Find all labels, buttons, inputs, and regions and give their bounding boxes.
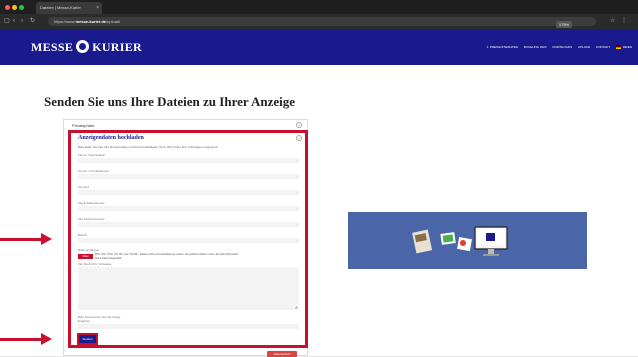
- url-domain: messe-kurier.de: [75, 19, 107, 24]
- privacy-button[interactable]: Datenschutz: [267, 351, 297, 357]
- field-label-country: Ihr Land: [78, 185, 90, 189]
- nav-item-upload[interactable]: UPLOAD: [578, 45, 590, 49]
- photo-icon: [440, 232, 456, 245]
- upload-form: Anzeigendaten hochladen ? Bitte laden Si…: [68, 130, 308, 348]
- help-icon[interactable]: ?: [296, 122, 302, 128]
- submit-button[interactable]: Senden: [77, 333, 98, 345]
- captcha-input[interactable]: [78, 324, 299, 329]
- form-intro: Bitte laden Sie hier Ihre Druckvorlage u…: [78, 145, 219, 149]
- site-header: MESSE KURIER 1. PREISLISTE/DATEN BUCHUNG …: [0, 29, 638, 65]
- newspaper-icon: [412, 229, 433, 254]
- field-label-phone: Ihre Telefonnummer: [78, 217, 105, 221]
- company-input[interactable]: [78, 158, 299, 163]
- forward-icon[interactable]: ›: [21, 17, 23, 26]
- main-nav: 1. PREISLISTE/DATEN BUCHUNG 2024 DOWNLOA…: [482, 44, 632, 50]
- reload-icon[interactable]: ↻: [30, 17, 35, 26]
- field-label-name: Ihr Vor- und Nachname: [78, 169, 110, 173]
- logo-emblem-icon: [76, 40, 90, 53]
- page-content: Senden Sie uns Ihre Dateien zu Ihrer Anz…: [0, 65, 638, 357]
- zoom-badge[interactable]: 175%: [556, 21, 572, 28]
- page-title: Senden Sie uns Ihre Dateien zu Ihrer Anz…: [44, 94, 295, 109]
- back-icon[interactable]: ‹: [13, 17, 15, 26]
- nav-item-preisliste[interactable]: 1. PREISLISTE/DATEN: [487, 45, 518, 49]
- monitor-icon: [474, 226, 508, 256]
- field-label-company: Firma / Organisation: [78, 153, 106, 157]
- browser-toolbar: ▢ ‹ › ↻ https://www.messe-kurier.de/uplo…: [0, 14, 638, 29]
- document-icon: [457, 237, 472, 252]
- close-window-dot[interactable]: [5, 5, 10, 10]
- message-textarea[interactable]: ◢: [78, 267, 299, 310]
- nav-item-kontakt[interactable]: KONTAKT: [596, 45, 610, 49]
- menu-icon[interactable]: ⋮: [621, 17, 627, 26]
- annotation-arrow-form: [0, 233, 52, 245]
- captcha-sublabel: Ergebnis: [78, 319, 90, 323]
- file-field-label: Datei anhängen: [78, 248, 100, 252]
- email-input[interactable]: [78, 206, 299, 211]
- annotation-arrow-submit: [0, 333, 52, 345]
- subject-input[interactable]: [78, 238, 299, 243]
- form-title: Anzeigendaten hochladen: [78, 135, 144, 141]
- field-label-subject: Betreff: [78, 233, 87, 237]
- nav-item-language[interactable]: DE/EN: [623, 45, 632, 49]
- sidebar-icon[interactable]: ▢: [4, 17, 10, 26]
- german-flag-icon: [615, 45, 621, 49]
- form-outer-label: Privatsphäre: [72, 123, 95, 128]
- tab-close-icon[interactable]: ×: [96, 2, 99, 14]
- site-logo[interactable]: MESSE KURIER: [31, 38, 142, 56]
- bookmark-star-icon[interactable]: ☆: [610, 17, 615, 26]
- nav-item-buchung[interactable]: BUCHUNG 2024: [524, 45, 547, 49]
- media-illustration: [412, 226, 508, 256]
- maximize-window-dot[interactable]: [19, 5, 24, 10]
- file-status: Keine Datei ausgewählt: [95, 257, 122, 260]
- promo-banner: [348, 212, 587, 269]
- logo-text-right: KURIER: [92, 40, 142, 54]
- tab-title: Dateien | Messe-Kurier: [40, 5, 81, 10]
- nav-item-downloads[interactable]: DOWNLOADS: [552, 45, 572, 49]
- file-upload-button[interactable]: Datei auswählen: [78, 254, 93, 263]
- field-label-email: Ihre E-Mail-Adresse: [78, 201, 105, 205]
- address-bar[interactable]: https://www.messe-kurier.de/upload/ 175%: [48, 17, 596, 28]
- file-hint: PDF, JPG, PNG, TIF, ZIP, max. 50 MB – Da…: [95, 253, 240, 256]
- url-path: /upload/: [106, 19, 121, 24]
- country-input[interactable]: [78, 190, 299, 195]
- url-prefix: https://www.: [54, 19, 76, 24]
- phone-input[interactable]: [78, 222, 299, 227]
- resize-handle-icon[interactable]: ◢: [295, 306, 297, 309]
- message-label: Ihre Nachricht / Hinweise: [78, 262, 112, 266]
- browser-tabstrip: Dateien | Messe-Kurier ×: [0, 0, 638, 14]
- minimize-window-dot[interactable]: [12, 5, 17, 10]
- logo-text-left: MESSE: [31, 40, 74, 54]
- form-help-icon[interactable]: ?: [296, 135, 302, 141]
- name-input[interactable]: [78, 174, 299, 179]
- browser-tab[interactable]: Dateien | Messe-Kurier ×: [36, 2, 102, 14]
